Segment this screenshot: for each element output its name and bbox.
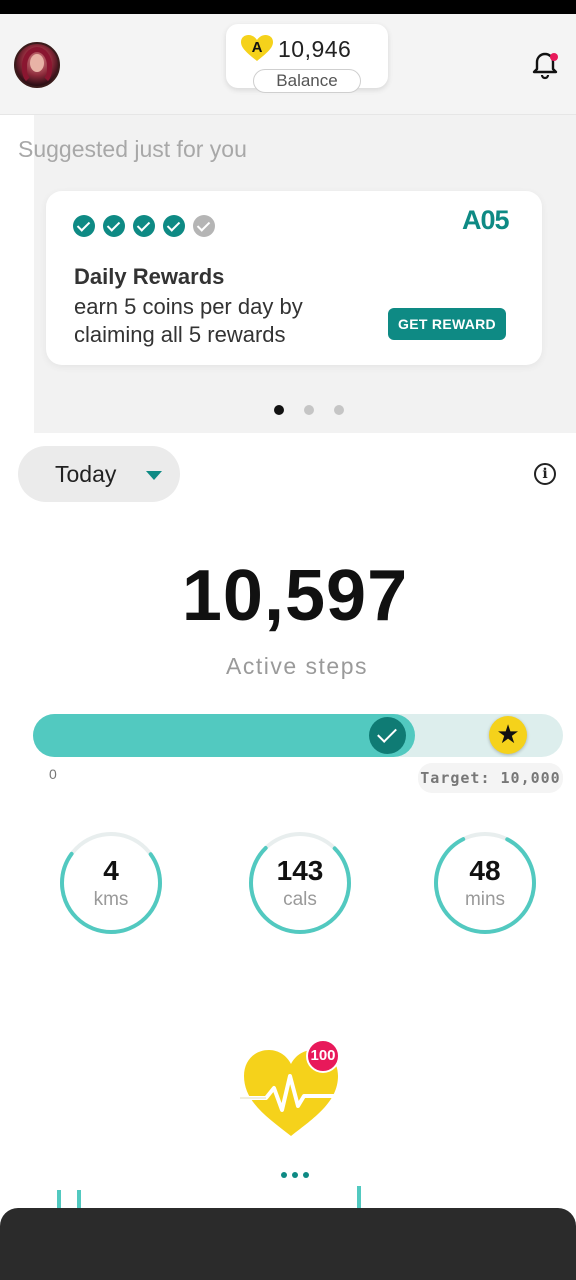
target-label: Target: 10,000: [418, 763, 563, 793]
stat-ring-distance[interactable]: 4 kms: [59, 831, 163, 935]
stat-value: 143: [276, 855, 324, 886]
bell-icon[interactable]: [531, 50, 559, 80]
more-dot: [303, 1172, 309, 1178]
balance-amount: 10,946: [278, 36, 352, 62]
carousel-pager[interactable]: [274, 405, 344, 415]
period-label: Today: [55, 461, 117, 487]
svg-text:A: A: [252, 39, 263, 56]
pager-dot[interactable]: [334, 405, 344, 415]
status-bar: [0, 0, 576, 14]
reward-title: Daily Rewards: [74, 264, 225, 289]
more-dot: [292, 1172, 298, 1178]
period-dropdown[interactable]: Today: [18, 446, 180, 502]
balance-card[interactable]: A 10,946 Balance: [226, 24, 388, 93]
check-icon: [103, 215, 125, 237]
check-icon: [163, 215, 185, 237]
heart-coin-icon: A: [241, 35, 273, 61]
more-icon[interactable]: [281, 1172, 309, 1178]
progress-check-icon: [369, 717, 406, 754]
target-star-icon: ★: [489, 716, 527, 754]
stat-value: 4: [103, 855, 119, 886]
progress-min-label: 0: [49, 766, 57, 782]
check-icon: [133, 215, 155, 237]
check-icon: [73, 215, 95, 237]
activity-bar: [57, 1190, 61, 1210]
steps-label: Active steps: [226, 653, 368, 679]
more-dot: [281, 1172, 287, 1178]
stat-unit: cals: [283, 889, 317, 910]
get-reward-button[interactable]: GET REWARD: [388, 308, 506, 340]
heart-badge: 100: [306, 1039, 340, 1073]
stat-unit: mins: [464, 889, 506, 910]
header: A 10,946 Balance: [0, 14, 576, 115]
caret-down-icon: [146, 471, 162, 480]
reward-amount: A05: [462, 205, 510, 235]
stat-ring-minutes[interactable]: 48 mins: [433, 831, 537, 935]
avatar[interactable]: [14, 42, 60, 88]
activity-bar: [77, 1190, 81, 1210]
stat-ring-calories[interactable]: 143 cals: [248, 831, 352, 935]
steps-progress-fill: [33, 714, 415, 757]
avatar-face: [30, 54, 44, 72]
pager-dot[interactable]: [304, 405, 314, 415]
reward-checks: [73, 215, 215, 237]
daily-rewards-card[interactable]: A05 Daily Rewards earn 5 coins per day b…: [46, 191, 542, 365]
check-icon: [193, 215, 215, 237]
steps-value: 10,597: [181, 556, 409, 636]
activity-bar: [357, 1186, 361, 1210]
pager-dot[interactable]: [274, 405, 284, 415]
bottom-sheet[interactable]: [0, 1208, 576, 1280]
stat-unit: kms: [93, 889, 129, 910]
reward-description: earn 5 coins per day by claiming all 5 r…: [74, 294, 303, 347]
info-icon[interactable]: i: [534, 463, 556, 485]
stat-value: 48: [469, 855, 501, 886]
balance-label: Balance: [253, 69, 361, 93]
suggested-title: Suggested just for you: [18, 136, 247, 162]
